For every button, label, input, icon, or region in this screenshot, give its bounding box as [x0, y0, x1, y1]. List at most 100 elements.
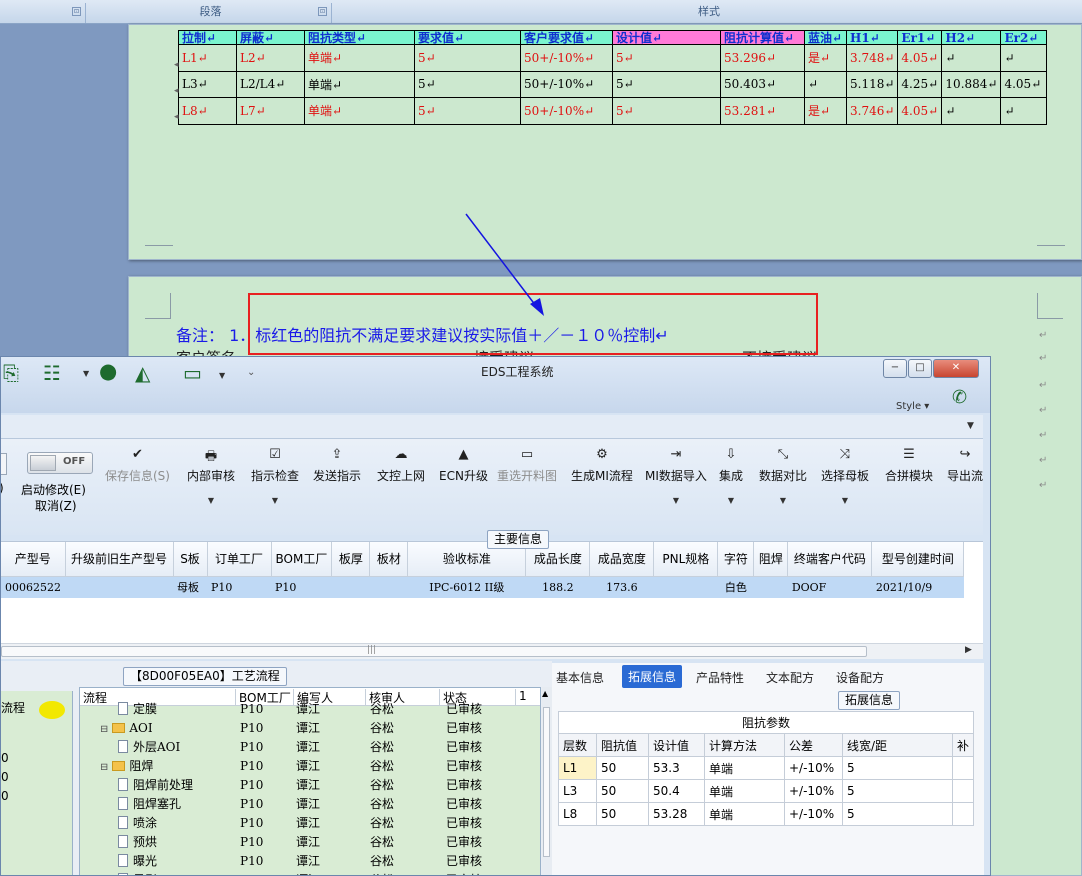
scrollbar-thumb[interactable] [543, 707, 550, 857]
impedance-col-header[interactable]: 层数 [558, 733, 597, 757]
scroll-right-icon[interactable]: ▶ [965, 645, 972, 655]
ribbon-button[interactable]: 🖶 内部审核 ▼ [187, 447, 235, 505]
expander-icon[interactable]: ⊟ [100, 762, 108, 773]
comment-icon[interactable] [39, 701, 65, 719]
impedance-row[interactable]: L3 50 50.4 单端 +/-10% 5 [558, 779, 975, 803]
close-button[interactable]: ✕ [933, 359, 979, 378]
dialog-launcher-icon[interactable]: ⊡ [72, 7, 81, 16]
grid-col-header[interactable]: 板材 [369, 542, 409, 577]
grid-col-header[interactable]: 型号创建时间 [871, 542, 965, 577]
cancel-edit-label[interactable]: 取消(Z) [35, 497, 77, 514]
tree-row[interactable]: 定膜 P10 谭江 谷松 已审核 [80, 700, 540, 719]
expander-icon[interactable]: ⊟ [100, 724, 108, 735]
ribbon-button[interactable]: ▲ ECN升级 [439, 447, 488, 484]
impedance-col-header[interactable]: 补 [951, 733, 975, 757]
ribbon-button[interactable]: ✔ 保存信息(S) [105, 447, 170, 484]
tree-cell-factory: P10 [240, 871, 263, 875]
impedance-row[interactable]: L1 50 53.3 单端 +/-10% 5 [558, 756, 975, 780]
chevron-down-icon[interactable]: ▼ [219, 371, 225, 380]
impedance-col-header[interactable]: 计算方法 [704, 733, 785, 757]
tree-cell-status: 已审核 [446, 759, 483, 773]
ribbon-button[interactable]: ↪ 导出流 [947, 447, 983, 484]
vertical-scrollbar[interactable]: ▲ [542, 687, 552, 875]
ribbon-button[interactable]: ☰ 合拼模块 [885, 447, 933, 484]
style-menu[interactable]: Style ▾ [896, 401, 929, 412]
ribbon-button[interactable]: ⚙ 生成MI流程 [571, 447, 633, 484]
impedance-col-header[interactable]: 线宽/距 [842, 733, 953, 757]
horizontal-scrollbar[interactable]: ||| ▶ [1, 643, 983, 659]
grid-col-header[interactable]: 板厚 [331, 542, 371, 577]
tree-node[interactable]: 外层AOI [118, 738, 180, 757]
grid-icon[interactable]: ☷ [43, 361, 61, 385]
ribbon-button[interactable]: ⇥ MI数据导入 ▼ [645, 447, 707, 505]
tree-node[interactable]: 预烘 [118, 833, 157, 852]
tree-row[interactable]: 喷涂 P10 谭江 谷松 已审核 [80, 814, 540, 833]
grid-col-header[interactable]: S板 [173, 542, 208, 577]
ribbon-button[interactable]: ☁ 文控上网 [377, 447, 425, 484]
impedance-row[interactable]: L8 50 53.28 单端 +/-10% 5 [558, 802, 975, 826]
paragraph-launcher-icon[interactable]: ⊡ [318, 7, 327, 16]
tree-row[interactable]: ⊟ 阻焊 P10 谭江 谷松 已审核 [80, 757, 540, 776]
quick-access-menu-icon[interactable]: ⌄ [247, 367, 255, 378]
grid-col-header[interactable]: 订单工厂 [207, 542, 272, 577]
grid-col-header[interactable]: 字符 [717, 542, 755, 577]
flow-left-num: 0 [1, 770, 9, 784]
grid-selected-row[interactable]: 00062522 母板 P10 P10 IPC-6012 II级 188.2 173.6 白色… [1, 576, 964, 598]
eds-ribbon: ▼ ) OFF 启动修改(E) 取消(Z) ✔ 保存信息(S) 🖶 内部审核 ▼ ☑ 指示检… [1, 415, 983, 535]
grid-col-header[interactable]: 终端客户代码 [787, 542, 873, 577]
scroll-up-icon[interactable]: ▲ [542, 689, 548, 698]
scrollbar-thumb[interactable] [1, 646, 867, 657]
ext-tab[interactable]: 产品特性 [696, 669, 744, 686]
grid-col-header[interactable]: 成品宽度 [589, 542, 655, 577]
ribbon-button[interactable]: ⤡ 数据对比 ▼ [759, 447, 807, 505]
impedance-col-header[interactable]: 阻抗值 [596, 733, 649, 757]
tree-node[interactable]: 阻焊塞孔 [118, 795, 181, 814]
ribbon-button[interactable]: ⇪ 发送指示 [313, 447, 361, 484]
grid-col-header[interactable]: 产型号 [1, 542, 66, 577]
impedance-col-header[interactable]: 公差 [784, 733, 843, 757]
grid-col-header[interactable]: BOM工厂 [271, 542, 333, 577]
doc-table-cell: 5↵ [612, 97, 721, 125]
ext-tab[interactable]: 基本信息 [556, 669, 604, 686]
tree-row[interactable]: ⊟ AOI P10 谭江 谷松 已审核 [80, 719, 540, 738]
ribbon-button[interactable]: ▭ 重选开料图 [497, 447, 557, 484]
minimize-button[interactable]: − [883, 359, 907, 378]
ext-tab[interactable]: 设备配方 [836, 669, 884, 686]
grid-col-header[interactable]: PNL规格 [653, 542, 719, 577]
copy-icon[interactable]: ⎘ [3, 361, 19, 385]
ribbon-button[interactable]: ⤨ 选择母板 ▼ [821, 447, 869, 505]
tree-row[interactable]: 外层AOI P10 谭江 谷松 已审核 [80, 738, 540, 757]
user-icon[interactable]: ● [99, 359, 117, 383]
ribbon-button-label: MI数据导入 [645, 469, 707, 483]
ext-tab[interactable]: 文本配方 [766, 669, 814, 686]
left-cut-control[interactable] [1, 453, 7, 475]
tree-row[interactable]: 阻焊前处理 P10 谭江 谷松 已审核 [80, 776, 540, 795]
impedance-col-header[interactable]: 设计值 [648, 733, 705, 757]
tree-node[interactable]: ⊟ AOI [100, 719, 153, 739]
startup-edit-label[interactable]: 启动修改(E) [21, 481, 86, 498]
tree-node[interactable]: 阻焊前处理 [118, 776, 193, 795]
phone-icon[interactable]: ✆ [952, 387, 967, 408]
maximize-button[interactable]: □ [908, 359, 932, 378]
crop-mark [1037, 293, 1063, 319]
tree-row[interactable]: 显影 P10 谭江 谷松 已审核 [80, 871, 540, 875]
grid-col-header[interactable]: 升级前旧生产型号 [65, 542, 174, 577]
ribbon-button[interactable]: ☑ 指示检查 ▼ [251, 447, 299, 505]
startup-edit-toggle[interactable]: OFF [27, 452, 93, 474]
monitor-icon[interactable]: ▭ [183, 361, 202, 385]
tree-node[interactable]: 喷涂 [118, 814, 157, 833]
tree-row[interactable]: 预烘 P10 谭江 谷松 已审核 [80, 833, 540, 852]
tree-row[interactable]: 阻焊塞孔 P10 谭江 谷松 已审核 [80, 795, 540, 814]
chevron-down-icon[interactable]: ▼ [83, 369, 89, 378]
ribbon-button[interactable]: ⇩ 集成 ▼ [719, 447, 743, 505]
tree-row[interactable]: 曝光 P10 谭江 谷松 已审核 [80, 852, 540, 871]
tree-node[interactable]: 显影 [118, 871, 157, 875]
area-chart-icon[interactable]: ◭ [135, 361, 150, 385]
tree-node[interactable]: 曝光 [118, 852, 157, 871]
tree-node[interactable]: ⊟ 阻焊 [100, 757, 153, 777]
doc-table-cell: 是↵ [804, 44, 847, 72]
ext-tab[interactable]: 拓展信息 [622, 665, 683, 688]
grid-col-header[interactable]: 阻焊 [753, 542, 789, 577]
tree-node[interactable]: 定膜 [118, 700, 157, 719]
ribbon-collapse-icon[interactable]: ▼ [967, 421, 974, 431]
